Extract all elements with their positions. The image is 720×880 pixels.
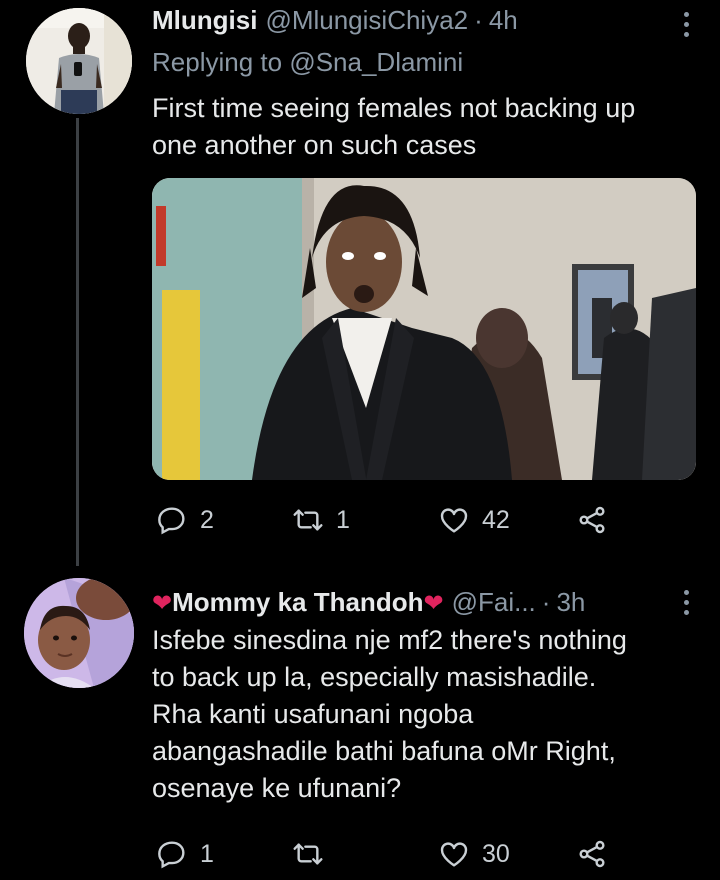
reply-count: 2 — [200, 505, 214, 534]
user-handle[interactable]: @MlungisiChiya2 — [265, 4, 468, 36]
share-icon — [579, 840, 605, 868]
user-handle[interactable]: @Fai... — [452, 586, 536, 618]
more-icon[interactable] — [682, 590, 690, 615]
reply-count: 1 — [200, 839, 214, 868]
like-count: 30 — [482, 839, 510, 868]
mention-link[interactable]: @Sna_Dlamini — [289, 47, 463, 77]
heart-emoji-icon: ❤ — [152, 590, 173, 617]
separator-dot: · — [474, 5, 483, 35]
reply-icon — [158, 841, 185, 869]
tweet-mlungisi[interactable]: Mlungisi @MlungisiChiya2 · 4h Replying t… — [0, 0, 720, 566]
retweet-button[interactable]: 1 — [292, 500, 350, 540]
replying-label: Replying to — [152, 47, 283, 77]
like-count: 42 — [482, 505, 510, 534]
tweet-actions: 2 1 42 — [152, 500, 622, 540]
display-name[interactable]: Mommy ka Thandoh — [172, 586, 423, 618]
retweet-icon — [293, 843, 323, 865]
like-icon — [440, 508, 468, 533]
reply-button[interactable]: 1 — [156, 834, 214, 874]
tweet-mommy-ka-thandoh[interactable]: ❤ Mommy ka Thandoh ❤ @Fai... · 3h Isfebe… — [0, 570, 720, 880]
timestamp[interactable]: 3h — [556, 586, 585, 618]
reply-button[interactable]: 2 — [156, 500, 214, 540]
reply-icon — [158, 507, 185, 535]
share-button[interactable] — [576, 500, 608, 540]
avatar[interactable] — [24, 578, 134, 688]
retweet-count: 1 — [336, 505, 350, 534]
share-button[interactable] — [576, 834, 608, 874]
like-button[interactable]: 30 — [438, 834, 510, 874]
tweet-header: ❤ Mommy ka Thandoh ❤ @Fai... · 3h — [152, 586, 585, 620]
avatar[interactable] — [26, 8, 132, 114]
like-button[interactable]: 42 — [438, 500, 510, 540]
more-icon[interactable] — [682, 12, 690, 37]
tweet-image[interactable] — [152, 178, 696, 480]
heart-emoji-icon: ❤ — [423, 590, 444, 617]
tweet-text: Isfebe sinesdina nje mf2 there's nothing… — [152, 625, 627, 803]
timestamp[interactable]: 4h — [489, 4, 518, 36]
display-name[interactable]: Mlungisi — [152, 4, 257, 36]
tweet-actions: 1 30 — [152, 834, 622, 874]
share-icon — [579, 506, 605, 534]
tweet-header: Mlungisi @MlungisiChiya2 · 4h — [152, 4, 518, 36]
tweet-text: First time seeing females not backing up… — [152, 93, 636, 160]
thread-line — [76, 118, 79, 566]
retweet-icon — [293, 509, 323, 531]
replying-to: Replying to @Sna_Dlamini — [152, 47, 463, 78]
retweet-button[interactable] — [292, 834, 336, 874]
separator-dot: · — [541, 587, 551, 617]
like-icon — [440, 842, 468, 867]
